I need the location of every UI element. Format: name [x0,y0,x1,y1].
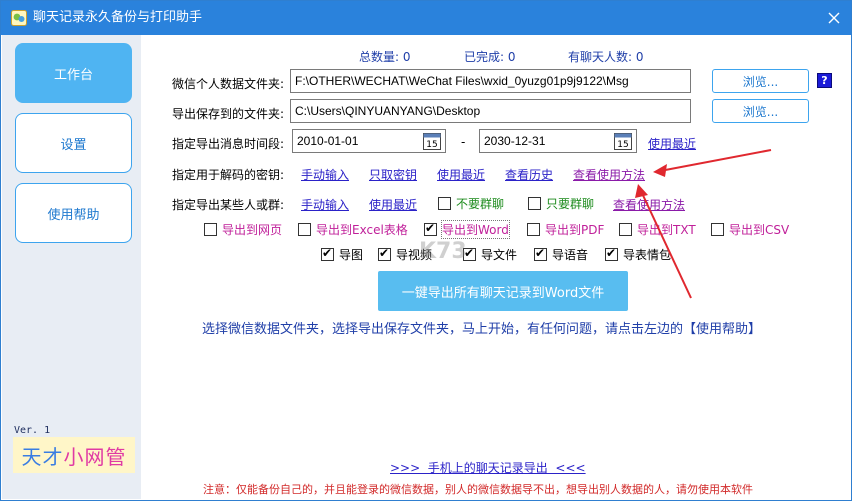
key-manual-input-link[interactable]: 手动输入 [301,166,349,183]
export-txt-label: 导出到TXT [637,223,696,237]
date-from-value: 2010-01-01 [297,134,359,148]
export-txt-checkbox[interactable]: 导出到TXT [619,221,696,238]
only-group-checkbox[interactable]: 只要群聊 [528,195,594,212]
time-use-recent-link[interactable]: 使用最近 [648,135,696,152]
window-title: 聊天记录永久备份与打印助手 [33,10,203,25]
key-howto-link[interactable]: 查看使用方法 [573,166,645,183]
stat-total: 总数量: 0 [359,50,411,64]
export-all-button[interactable]: 一键导出所有聊天记录到Word文件 [378,271,628,311]
contact-manual-input-link[interactable]: 手动输入 [301,196,349,213]
sidebar-item-help[interactable]: 使用帮助 [15,183,132,243]
export-web-label: 导出到网页 [222,223,283,237]
red-arrow-to-key-howto [653,149,772,177]
save-folder-label: 导出保存到的文件夹: [172,107,285,121]
close-icon [828,12,840,24]
export-word-label: 导出到Word [441,220,510,239]
browse-save-folder-button[interactable]: 浏览... [712,99,809,123]
warning-notice: 注意：仅能备份自己的，并且能登录的微信数据，别人的微信数据导不出，想导出别人数据… [203,483,753,496]
brand-logo: 天才 小网管 [13,437,135,473]
mobile-export-link[interactable]: >>> 手机上的聊天记录导出 <<< [390,459,586,476]
app-logo-icon [11,10,27,26]
date-from-picker[interactable]: 2010-01-01 15 [292,129,446,153]
checkbox-box [321,246,334,261]
checkbox-box [534,246,547,261]
save-folder-input[interactable]: C:\Users\QINYUANYANG\Desktop [290,99,691,123]
stat-friends: 有聊天人数: 0 [568,50,644,64]
key-row-label: 指定用于解码的密钥: [172,168,285,182]
export-word-checkbox[interactable]: 导出到Word [424,220,510,239]
export-pdf-checkbox[interactable]: 导出到PDF [527,221,604,238]
include-voice-label: 导语音 [552,248,589,262]
sidebar-item-workbench[interactable]: 工作台 [15,43,132,103]
contact-row-label: 指定导出某些人或群: [172,198,285,212]
export-csv-label: 导出到CSV [729,223,790,237]
checkbox-box [438,197,451,210]
checkbox-box [527,223,540,236]
no-group-checkbox[interactable]: 不要群聊 [438,195,504,212]
date-to-value: 2030-12-31 [484,134,546,148]
time-range-label: 指定导出消息时间段: [172,137,285,151]
checkbox-box [605,246,618,261]
calendar-icon[interactable]: 15 [613,131,633,151]
checkbox-box [424,221,437,236]
export-pdf-label: 导出到PDF [545,223,605,237]
include-files-label: 导文件 [481,248,518,262]
version-label: Ver. 1 [14,425,51,436]
calendar-day-text: 15 [426,140,437,150]
close-button[interactable] [817,1,851,35]
instruction-text: 选择微信数据文件夹，选择导出保存文件夹，马上开始，有任何问题，请点击左边的【使用… [202,322,762,337]
calendar-icon[interactable]: 15 [422,131,442,151]
contact-howto-link[interactable]: 查看使用方法 [613,196,685,213]
logo-text-part2: 小网管 [63,444,127,469]
only-group-label: 只要群聊 [546,197,595,211]
export-csv-checkbox[interactable]: 导出到CSV [711,221,789,238]
export-excel-checkbox[interactable]: 导出到Excel表格 [298,221,408,238]
checkbox-box [711,223,724,236]
checkbox-box [528,197,541,210]
include-stickers-checkbox[interactable]: 导表情包 [605,246,671,263]
export-web-checkbox[interactable]: 导出到网页 [204,221,282,238]
checkbox-box [378,246,391,261]
date-to-picker[interactable]: 2030-12-31 15 [479,129,637,153]
date-separator: - [461,135,466,149]
sidebar: 工作台 设置 使用帮助 Ver. 1 天才 小网管 [2,35,141,499]
include-images-checkbox[interactable]: 导图 [321,246,363,263]
checkbox-box [204,223,217,236]
title-bar: 聊天记录永久备份与打印助手 [1,1,851,35]
contact-use-recent-link[interactable]: 使用最近 [369,196,417,213]
key-use-recent-link[interactable]: 使用最近 [437,166,485,183]
help-question-button[interactable]: ? [817,73,832,88]
key-history-link[interactable]: 查看历史 [505,166,553,183]
key-fetch-link[interactable]: 只取密钥 [369,166,417,183]
wechat-folder-input[interactable]: F:\OTHER\WECHAT\WeChat Files\wxid_0yuzg0… [290,69,691,93]
app-window: 聊天记录永久备份与打印助手 工作台 设置 使用帮助 Ver. 1 天才 小网管 总… [0,0,852,501]
wechat-folder-label: 微信个人数据文件夹: [172,77,285,91]
include-voice-checkbox[interactable]: 导语音 [534,246,588,263]
site-watermark: K73 [419,239,467,264]
checkbox-box [619,223,632,236]
checkbox-box [298,223,311,236]
logo-text-part1: 天才 [21,444,64,469]
sidebar-item-settings[interactable]: 设置 [15,113,132,173]
include-files-checkbox[interactable]: 导文件 [463,246,517,263]
include-stickers-label: 导表情包 [623,248,672,262]
stat-done: 已完成: 0 [464,50,516,64]
export-excel-label: 导出到Excel表格 [316,223,408,237]
browse-wechat-folder-button[interactable]: 浏览... [712,69,809,93]
include-images-label: 导图 [339,248,364,262]
no-group-label: 不要群聊 [456,197,505,211]
calendar-day-text: 15 [617,140,628,150]
